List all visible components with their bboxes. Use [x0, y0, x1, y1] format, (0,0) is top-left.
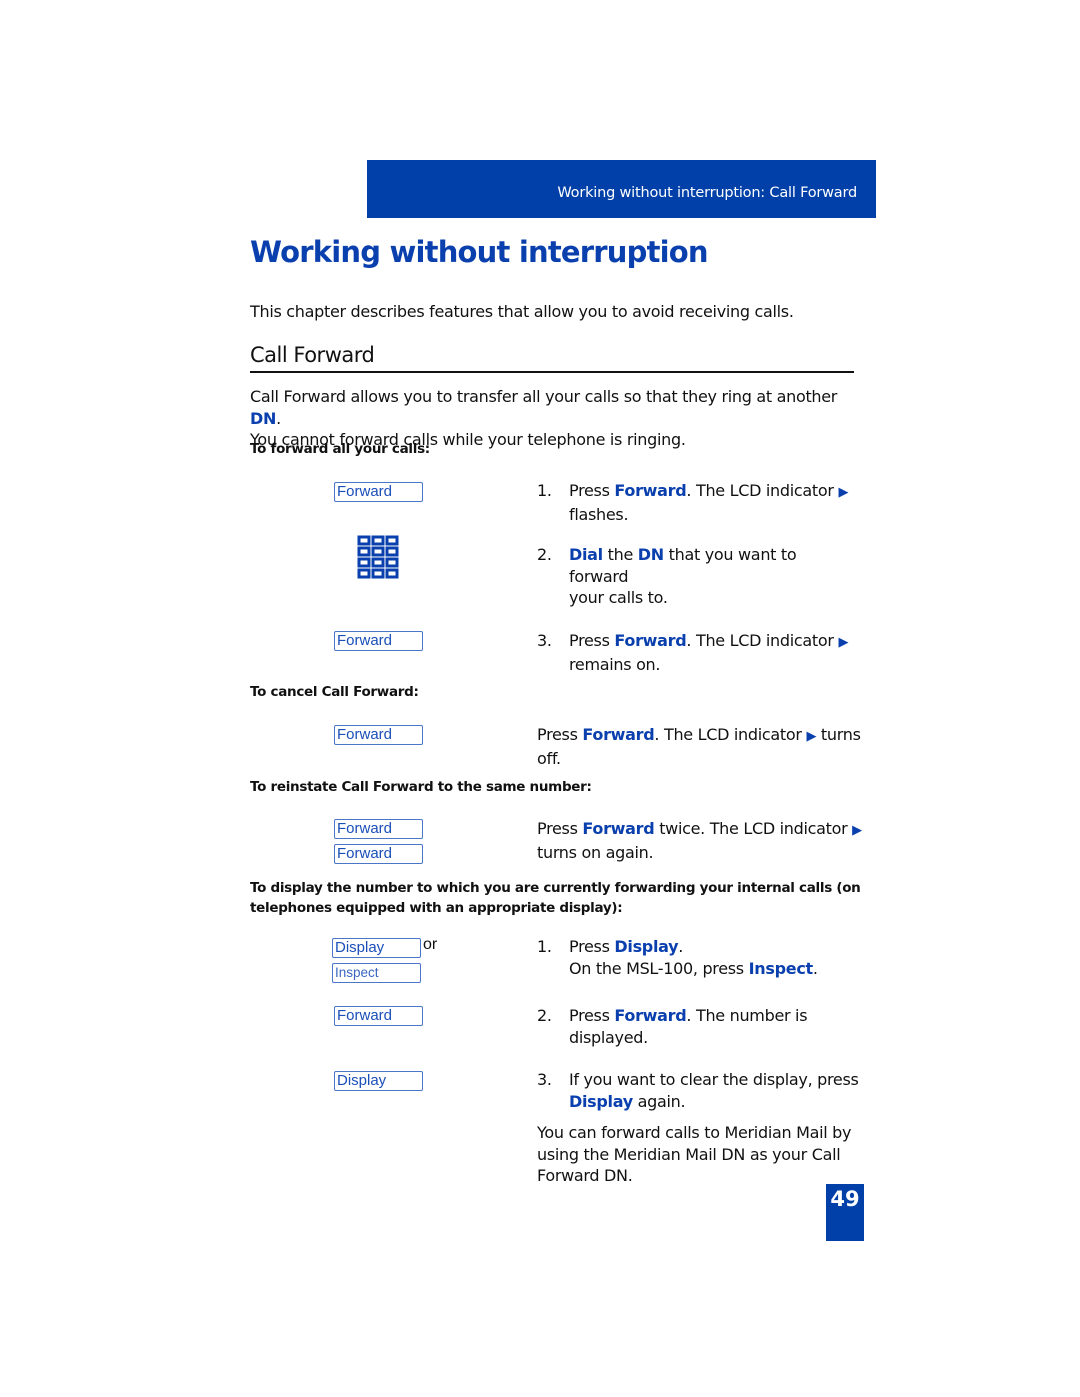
- page-number: 49: [826, 1184, 864, 1241]
- or-label: or: [423, 936, 438, 953]
- section-title: Call Forward: [250, 343, 375, 367]
- dialpad-icon: [357, 535, 399, 579]
- inspect-key[interactable]: Inspect: [332, 963, 421, 983]
- forward-key[interactable]: Forward: [334, 725, 423, 745]
- lcd-indicator-icon: ▶: [838, 485, 849, 500]
- forward-all-heading: To forward all your calls:: [250, 441, 430, 457]
- lcd-indicator-icon: ▶: [852, 823, 862, 838]
- lcd-indicator-icon: ▶: [838, 635, 849, 650]
- section-divider: [250, 371, 854, 373]
- cancel-instruction: Press Forward. The LCD indicator ▶ turns…: [537, 725, 861, 768]
- dn-term: DN: [250, 408, 277, 428]
- meridian-mail-note: You can forward calls to Meridian Mail b…: [537, 1123, 852, 1185]
- display-key[interactable]: Display: [334, 1071, 423, 1091]
- forward-key[interactable]: Forward: [334, 844, 423, 864]
- running-header-bar: Working without interruption: Call Forwa…: [367, 160, 876, 218]
- forward-key[interactable]: Forward: [334, 482, 423, 502]
- display-heading: To display the number to which you are c…: [250, 880, 861, 916]
- forward-key[interactable]: Forward: [334, 631, 423, 651]
- reinstate-heading: To reinstate Call Forward to the same nu…: [250, 779, 592, 795]
- reinstate-instruction: Press Forward twice. The LCD indicator ▶…: [537, 819, 862, 862]
- lcd-indicator-icon: ▶: [806, 729, 817, 744]
- cancel-heading: To cancel Call Forward:: [250, 684, 419, 700]
- forward-key[interactable]: Forward: [334, 819, 423, 839]
- chapter-intro: This chapter describes features that all…: [250, 302, 794, 321]
- chapter-title: Working without interruption: [250, 235, 709, 269]
- forward-key[interactable]: Forward: [334, 1006, 423, 1026]
- running-header-title: Working without interruption: Call Forwa…: [557, 185, 857, 201]
- display-key[interactable]: Display: [332, 938, 421, 958]
